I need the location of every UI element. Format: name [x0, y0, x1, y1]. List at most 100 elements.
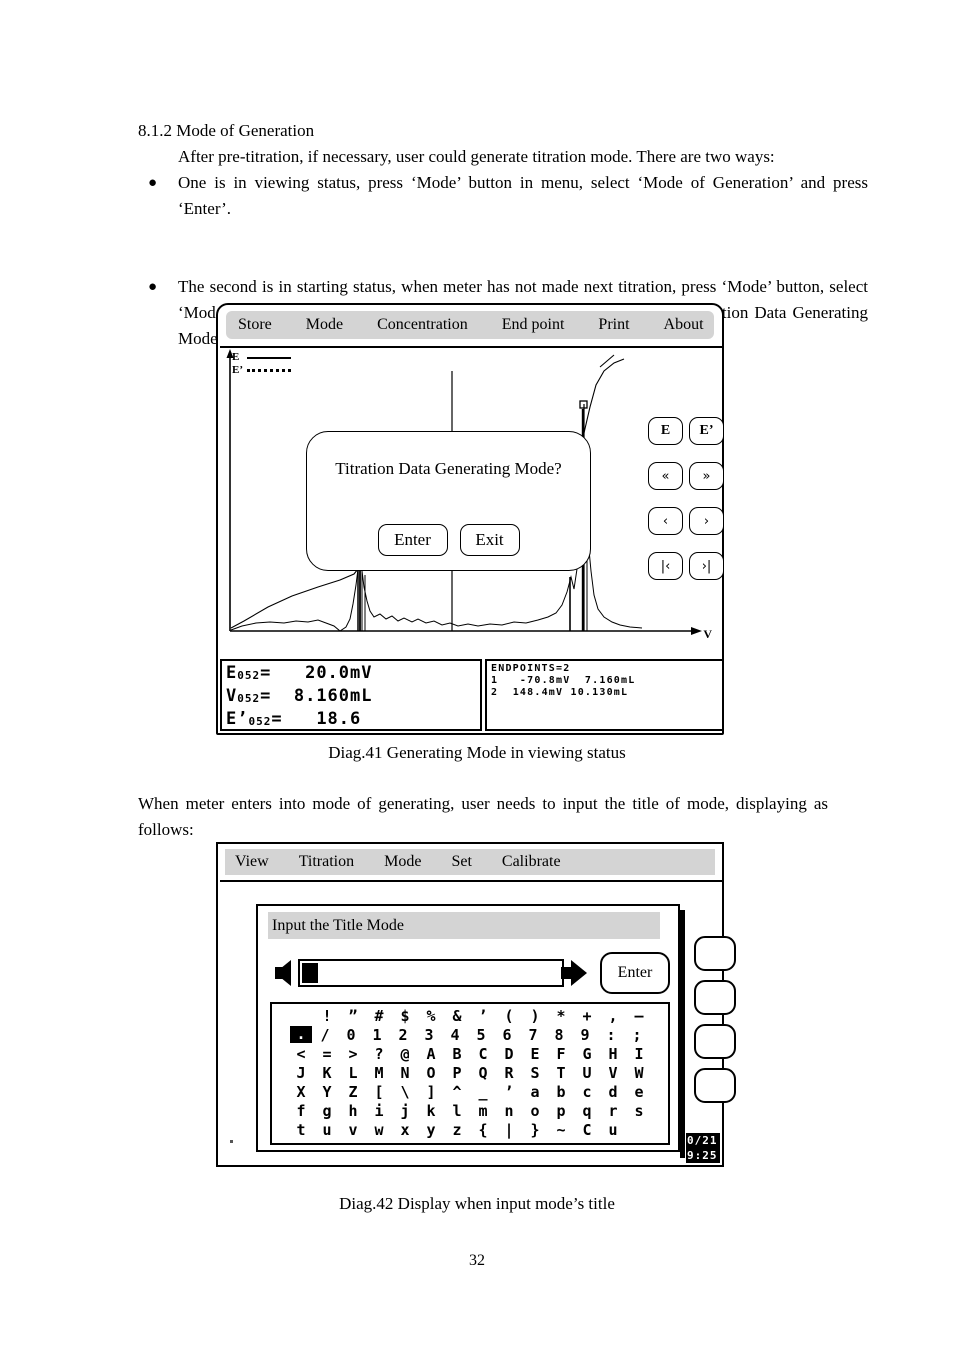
char-cell[interactable]: T [548, 1064, 574, 1083]
char-cell[interactable]: q [574, 1102, 600, 1121]
char-cell[interactable]: 6 [494, 1026, 520, 1045]
char-cell[interactable]: } [522, 1121, 548, 1140]
fast-forward-icon[interactable]: » [689, 462, 724, 490]
char-cell[interactable]: I [626, 1045, 652, 1064]
char-cell[interactable]: a [522, 1083, 548, 1102]
char-cell[interactable]: z [444, 1121, 470, 1140]
character-picker-grid[interactable]: ! ” # $ % & ’ ( ) * + , – . / 0 1 2 3 4 … [270, 1002, 670, 1145]
char-cell[interactable]: 8 [546, 1026, 572, 1045]
char-cell[interactable]: 3 [416, 1026, 442, 1045]
dialog-exit-button[interactable]: Exit [459, 524, 520, 556]
char-cell[interactable]: e [626, 1083, 652, 1102]
char-cell[interactable]: t [288, 1121, 314, 1140]
background-side-button-1[interactable] [694, 936, 736, 971]
char-cell[interactable]: & [444, 1007, 470, 1026]
menu-item-titration[interactable]: Titration [299, 853, 354, 871]
char-cell[interactable]: + [574, 1007, 600, 1026]
char-cell-selected[interactable]: . [290, 1026, 312, 1043]
char-cell[interactable]: O [418, 1064, 444, 1083]
cursor-right-icon[interactable] [561, 960, 592, 986]
char-cell[interactable]: o [522, 1102, 548, 1121]
char-cell[interactable]: c [574, 1083, 600, 1102]
char-cell[interactable]: 5 [468, 1026, 494, 1045]
char-cell[interactable]: 0 [338, 1026, 364, 1045]
menu-item-mode[interactable]: Mode [306, 316, 343, 334]
char-cell[interactable]: j [392, 1102, 418, 1121]
char-cell[interactable]: L [340, 1064, 366, 1083]
char-cell[interactable]: N [392, 1064, 418, 1083]
char-cell[interactable]: $ [392, 1007, 418, 1026]
char-cell[interactable]: / [312, 1026, 338, 1045]
char-cell[interactable]: ] [418, 1083, 444, 1102]
char-cell[interactable]: \ [392, 1083, 418, 1102]
char-cell[interactable]: ! [314, 1007, 340, 1026]
char-cell[interactable]: ~ [548, 1121, 574, 1140]
char-cell[interactable]: : [598, 1026, 624, 1045]
step-back-icon[interactable]: ‹ [648, 507, 683, 535]
char-cell[interactable]: w [366, 1121, 392, 1140]
char-cell[interactable]: { [470, 1121, 496, 1140]
background-side-button-2[interactable] [694, 980, 736, 1015]
char-cell[interactable]: ’ [496, 1083, 522, 1102]
char-cell[interactable]: v [340, 1121, 366, 1140]
char-cell[interactable] [626, 1121, 652, 1140]
char-cell[interactable]: M [366, 1064, 392, 1083]
menu-item-print[interactable]: Print [598, 316, 629, 334]
char-cell[interactable]: G [574, 1045, 600, 1064]
char-cell[interactable]: – [626, 1007, 652, 1026]
char-cell[interactable]: b [548, 1083, 574, 1102]
char-cell[interactable]: R [496, 1064, 522, 1083]
char-cell[interactable]: < [288, 1045, 314, 1064]
char-cell[interactable]: r [600, 1102, 626, 1121]
char-cell[interactable]: P [444, 1064, 470, 1083]
step-forward-icon[interactable]: › [689, 507, 724, 535]
char-cell[interactable]: ? [366, 1045, 392, 1064]
char-cell[interactable]: n [496, 1102, 522, 1121]
char-cell[interactable]: ^ [444, 1083, 470, 1102]
title-text-input[interactable] [298, 959, 564, 987]
char-cell[interactable]: [ [366, 1083, 392, 1102]
menu-item-concentration[interactable]: Concentration [377, 316, 468, 334]
char-cell[interactable]: ’ [470, 1007, 496, 1026]
char-cell[interactable]: > [340, 1045, 366, 1064]
char-cell[interactable]: % [418, 1007, 444, 1026]
char-cell[interactable]: 4 [442, 1026, 468, 1045]
cursor-left-icon[interactable] [270, 960, 296, 986]
char-cell[interactable]: ; [624, 1026, 650, 1045]
jump-to-end-icon[interactable]: ›| [689, 552, 724, 580]
char-cell[interactable]: 2 [390, 1026, 416, 1045]
char-cell[interactable]: W [626, 1064, 652, 1083]
char-cell[interactable]: E [522, 1045, 548, 1064]
char-cell[interactable]: x [392, 1121, 418, 1140]
char-cell[interactable]: K [314, 1064, 340, 1083]
char-cell[interactable] [288, 1007, 314, 1026]
char-cell[interactable]: F [548, 1045, 574, 1064]
char-cell[interactable]: i [366, 1102, 392, 1121]
char-cell[interactable]: C [574, 1121, 600, 1140]
char-cell[interactable]: Y [314, 1083, 340, 1102]
menu-item-about[interactable]: About [664, 316, 704, 334]
char-cell[interactable]: ” [340, 1007, 366, 1026]
background-side-button-3[interactable] [694, 1024, 736, 1059]
char-cell[interactable]: @ [392, 1045, 418, 1064]
jump-to-start-icon[interactable]: |‹ [648, 552, 683, 580]
char-cell[interactable]: B [444, 1045, 470, 1064]
char-cell[interactable]: 1 [364, 1026, 390, 1045]
char-cell[interactable]: Q [470, 1064, 496, 1083]
char-cell[interactable]: H [600, 1045, 626, 1064]
char-cell[interactable]: ) [522, 1007, 548, 1026]
char-cell[interactable]: g [314, 1102, 340, 1121]
char-cell[interactable]: ( [496, 1007, 522, 1026]
dialog-enter-button[interactable]: Enter [377, 524, 448, 556]
char-cell[interactable]: m [470, 1102, 496, 1121]
char-cell[interactable]: f [288, 1102, 314, 1121]
menu-item-set[interactable]: Set [451, 853, 471, 871]
menu-item-store[interactable]: Store [238, 316, 272, 334]
char-cell[interactable]: k [418, 1102, 444, 1121]
nav-button-e-prime[interactable]: E’ [689, 417, 724, 445]
char-cell[interactable]: J [288, 1064, 314, 1083]
char-cell[interactable]: D [496, 1045, 522, 1064]
char-cell[interactable]: u [314, 1121, 340, 1140]
menu-item-end-point[interactable]: End point [502, 316, 565, 334]
char-cell[interactable]: # [366, 1007, 392, 1026]
